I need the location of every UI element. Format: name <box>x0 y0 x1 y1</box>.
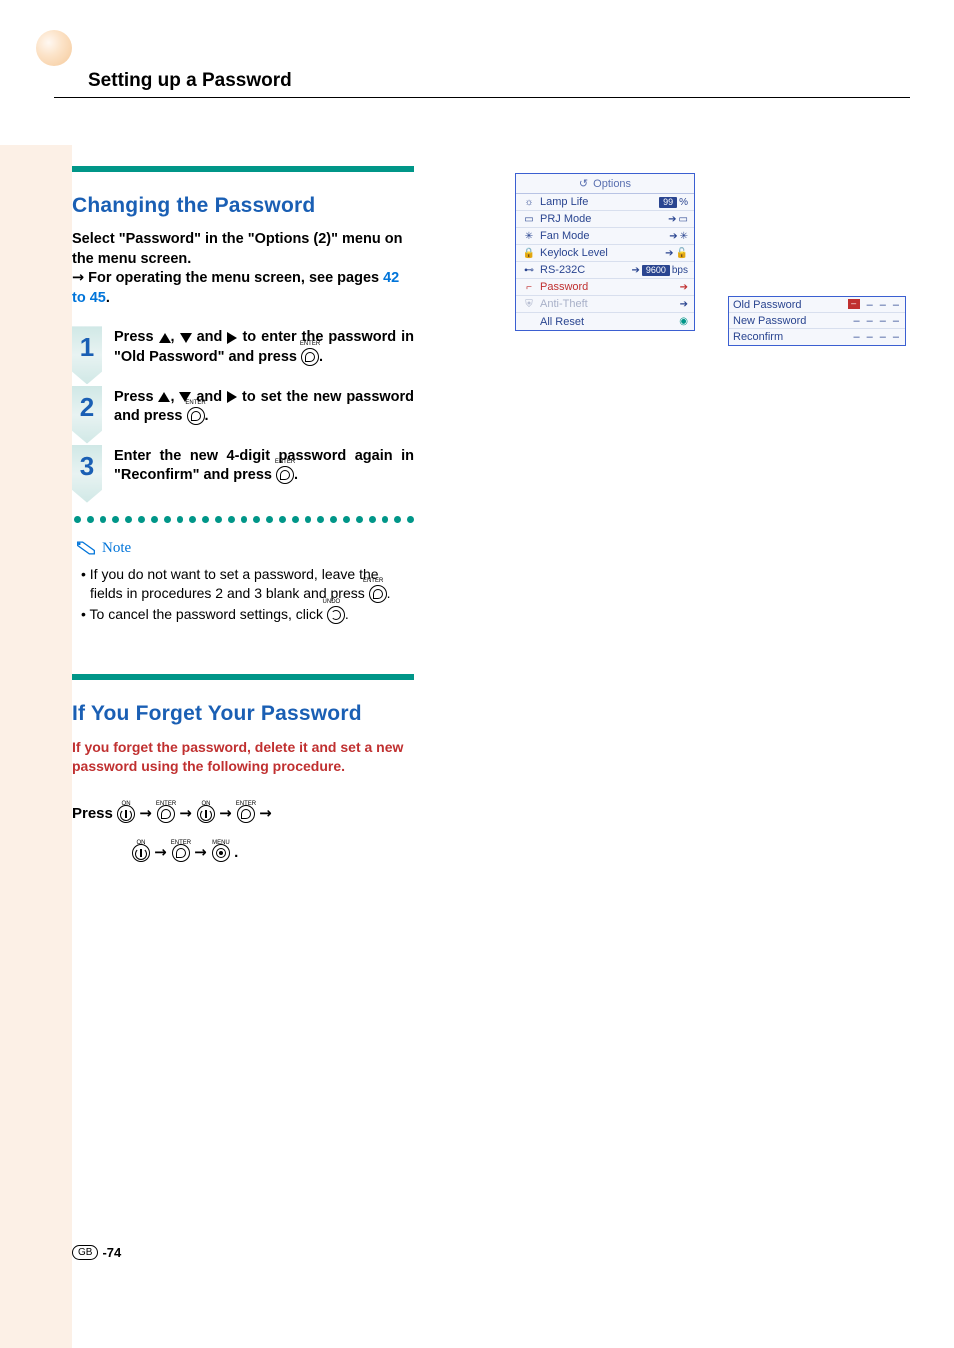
section2-heading: If You Forget Your Password <box>72 702 414 726</box>
step-number: 2 <box>72 392 102 423</box>
intro-line-b: For operating the menu screen, see pages <box>84 270 383 286</box>
note-list: If you do not want to set a password, le… <box>72 565 414 624</box>
option-rs232c[interactable]: ⊷ RS-232C ➔9600bps <box>516 262 694 279</box>
option-keylock[interactable]: 🔒 Keylock Level ➔ 🔓 <box>516 245 694 262</box>
up-arrow-icon <box>159 333 171 343</box>
pwd-cursor: – <box>848 299 860 309</box>
step-3: 3 Enter the new 4-digit password again i… <box>72 445 414 486</box>
button-sequence: Press ON → ENTER → ON → ENTER → ON → ENT… <box>72 794 414 872</box>
header-accent-ball <box>36 30 72 66</box>
options-title-icon: ↺ <box>579 177 588 190</box>
page-title: Setting up a Password <box>88 70 292 92</box>
option-prj-mode[interactable]: ▭ PRJ Mode ➔ ▭ <box>516 211 694 228</box>
fan-icon: ✳ <box>522 231 536 242</box>
step-number: 3 <box>72 451 102 482</box>
right-arrow-icon <box>227 391 237 403</box>
on-button-icon: ON <box>117 805 135 823</box>
enter-button-icon: ENTER <box>369 585 387 603</box>
section-divider <box>72 674 414 680</box>
option-password[interactable]: ⌐ Password ➔ <box>516 279 694 296</box>
step-number: 1 <box>72 332 102 363</box>
page-number: -74 <box>102 1245 121 1260</box>
undo-button-icon: UNDO <box>327 606 345 624</box>
menu-button-icon: MENU <box>212 844 230 862</box>
password-entry-panel: Old Password – ––– New Password –––– Rec… <box>728 296 906 346</box>
on-button-icon: ON <box>197 805 215 823</box>
down-arrow-icon <box>180 333 192 343</box>
intro-line-b-suffix: . <box>106 290 110 306</box>
press-label: Press <box>72 805 117 822</box>
right-arrow-icon <box>227 332 237 344</box>
section-divider <box>72 166 414 172</box>
intro-line-a: Select "Password" in the "Options (2)" m… <box>72 231 402 267</box>
step-2: 2 Press , and to set the new password an… <box>72 386 414 427</box>
step-3-text: Enter the new 4-digit password again in … <box>114 445 414 486</box>
step-1-text: Press , and to enter the password in "Ol… <box>114 326 414 367</box>
enter-button-icon: ENTER <box>187 407 205 425</box>
key-icon: ⌐ <box>522 282 536 293</box>
lamp-icon: ☼ <box>522 197 536 208</box>
shield-icon: ⛨ <box>522 299 536 310</box>
serial-icon: ⊷ <box>522 265 536 276</box>
step-1: 1 Press , and to enter the password in "… <box>72 326 414 367</box>
option-all-reset[interactable]: All Reset ◉ <box>516 313 694 330</box>
enter-button-icon: ENTER <box>172 844 190 862</box>
lock-icon: 🔒 <box>522 248 536 259</box>
up-arrow-icon <box>158 392 170 402</box>
option-lamp-life[interactable]: ☼ Lamp Life 99% <box>516 194 694 211</box>
on-button-icon: ON <box>132 844 150 862</box>
arrow-right-icon: → <box>72 270 84 286</box>
page-footer: GB -74 <box>72 1245 121 1260</box>
step-2-text: Press , and to set the new password and … <box>114 386 414 427</box>
pwd-row-reconfirm[interactable]: Reconfirm –––– <box>729 329 905 345</box>
option-fan-mode[interactable]: ✳ Fan Mode ➔ ✳ <box>516 228 694 245</box>
pwd-row-old[interactable]: Old Password – ––– <box>729 297 905 313</box>
header-rule <box>54 97 910 98</box>
enter-button-icon: ENTER <box>276 466 294 484</box>
pwd-row-new[interactable]: New Password –––– <box>729 313 905 329</box>
prj-icon: ▭ <box>522 214 536 225</box>
section1-heading: Changing the Password <box>72 194 414 218</box>
enter-button-icon: ENTER <box>237 805 255 823</box>
section1-intro: Select "Password" in the "Options (2)" m… <box>72 230 414 308</box>
note-icon <box>76 540 96 556</box>
enter-button-icon: ENTER <box>157 805 175 823</box>
section2-intro: If you forget the password, delete it an… <box>72 738 414 776</box>
options-title: ↺ Options <box>516 174 694 194</box>
dotted-divider <box>72 516 414 524</box>
options-menu-panel: ↺ Options ☼ Lamp Life 99% ▭ PRJ Mode ➔ ▭… <box>515 173 695 331</box>
note-label: Note <box>102 540 131 557</box>
enter-button-icon: ENTER <box>301 348 319 366</box>
option-anti-theft: ⛨ Anti-Theft ➔ <box>516 296 694 313</box>
region-badge: GB <box>72 1245 98 1260</box>
